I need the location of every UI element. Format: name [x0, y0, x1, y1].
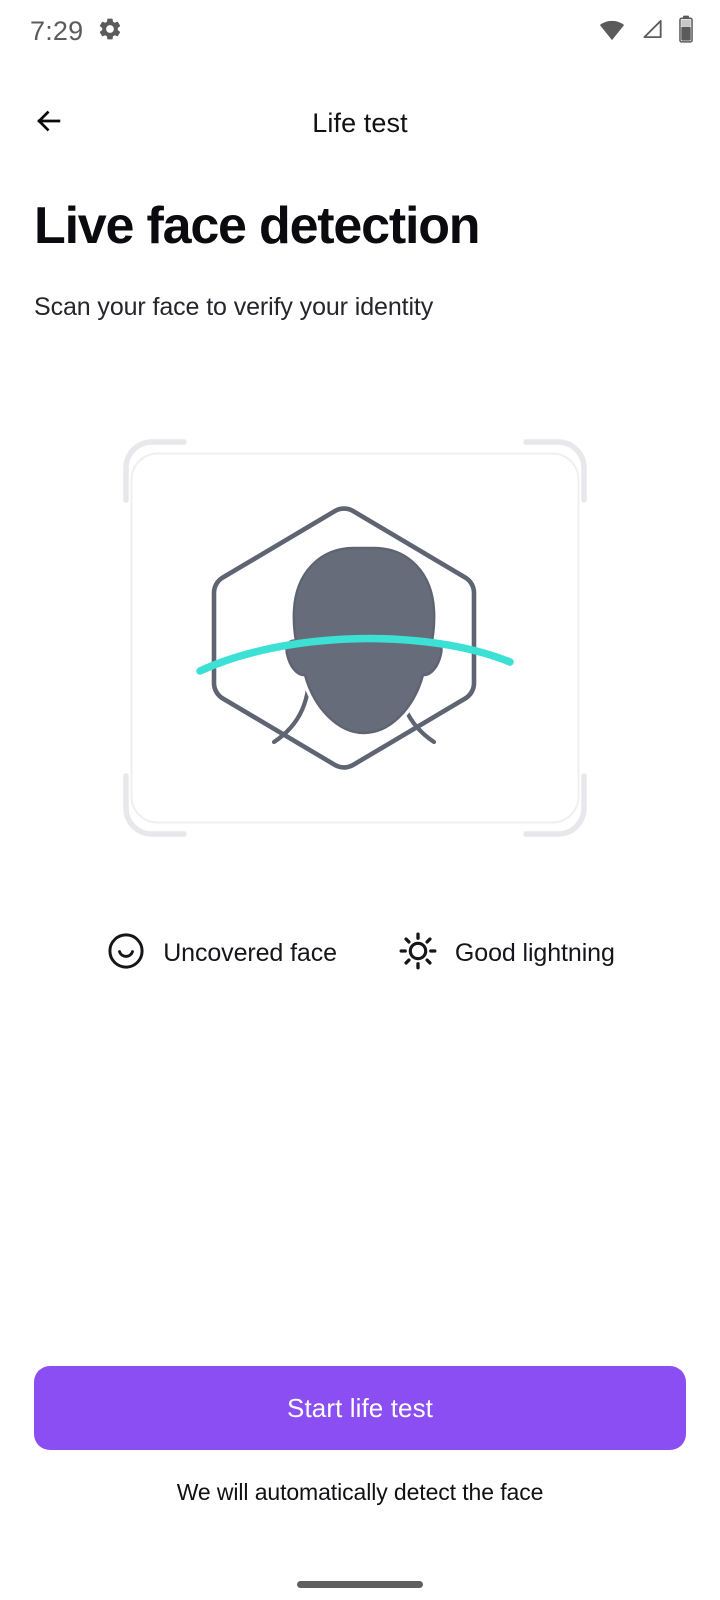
wifi-icon [598, 15, 626, 48]
status-time: 7:29 [30, 15, 84, 46]
arrow-left-icon [32, 104, 66, 143]
face-scan-illustration [96, 412, 614, 864]
hints-row: Uncovered face Good lightning [0, 930, 720, 977]
signal-triangle-icon [639, 16, 665, 47]
home-indicator[interactable] [297, 1581, 423, 1588]
smiley-face-icon [105, 930, 147, 977]
app-bar: Life test [0, 90, 720, 156]
page-title: Live face detection [34, 197, 481, 255]
screen-root: 7:29 Life test Live face detection Scan … [0, 0, 720, 1600]
app-bar-title: Life test [312, 107, 408, 138]
status-bar: 7:29 [0, 0, 720, 62]
hint-label: Good lightning [454, 939, 615, 967]
face-scan-graphic [123, 439, 587, 837]
start-life-test-button[interactable]: Start life test [34, 1366, 686, 1450]
back-button[interactable] [24, 98, 74, 148]
hint-uncovered-face: Uncovered face [105, 930, 337, 977]
sun-brightness-icon [397, 930, 439, 977]
cta-footnote: We will automatically detect the face [176, 1479, 544, 1505]
page-subtitle: Scan your face to verify your identity [34, 293, 434, 321]
hint-label: Uncovered face [163, 939, 337, 967]
status-bar-left: 7:29 [30, 16, 123, 47]
battery-icon [678, 15, 694, 48]
hint-good-lightning: Good lightning [397, 930, 615, 977]
status-bar-right [598, 15, 694, 48]
gear-icon [97, 16, 123, 47]
